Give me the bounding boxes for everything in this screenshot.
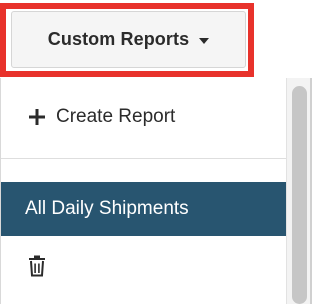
- chevron-down-icon: [199, 37, 210, 44]
- custom-reports-dropdown: Create Report All Daily Shipments: [0, 78, 312, 304]
- create-report-item[interactable]: Create Report: [1, 90, 287, 144]
- scrollbar-thumb[interactable]: [292, 86, 307, 304]
- custom-reports-button[interactable]: Custom Reports: [11, 11, 246, 68]
- trash-icon: [27, 255, 47, 277]
- page-edge-divider: [310, 78, 312, 304]
- menu-divider: [1, 158, 287, 159]
- create-report-label: Create Report: [56, 106, 176, 127]
- plus-icon: [27, 107, 47, 127]
- custom-reports-label: Custom Reports: [47, 29, 190, 49]
- delete-report-button[interactable]: [1, 244, 287, 288]
- custom-reports-menu-screen: Custom Reports Create Report All Daily S…: [0, 0, 312, 304]
- dropdown-scrollbar[interactable]: [286, 78, 312, 304]
- report-item-all-daily-shipments[interactable]: All Daily Shipments: [1, 182, 287, 236]
- report-item-label: All Daily Shipments: [25, 198, 189, 219]
